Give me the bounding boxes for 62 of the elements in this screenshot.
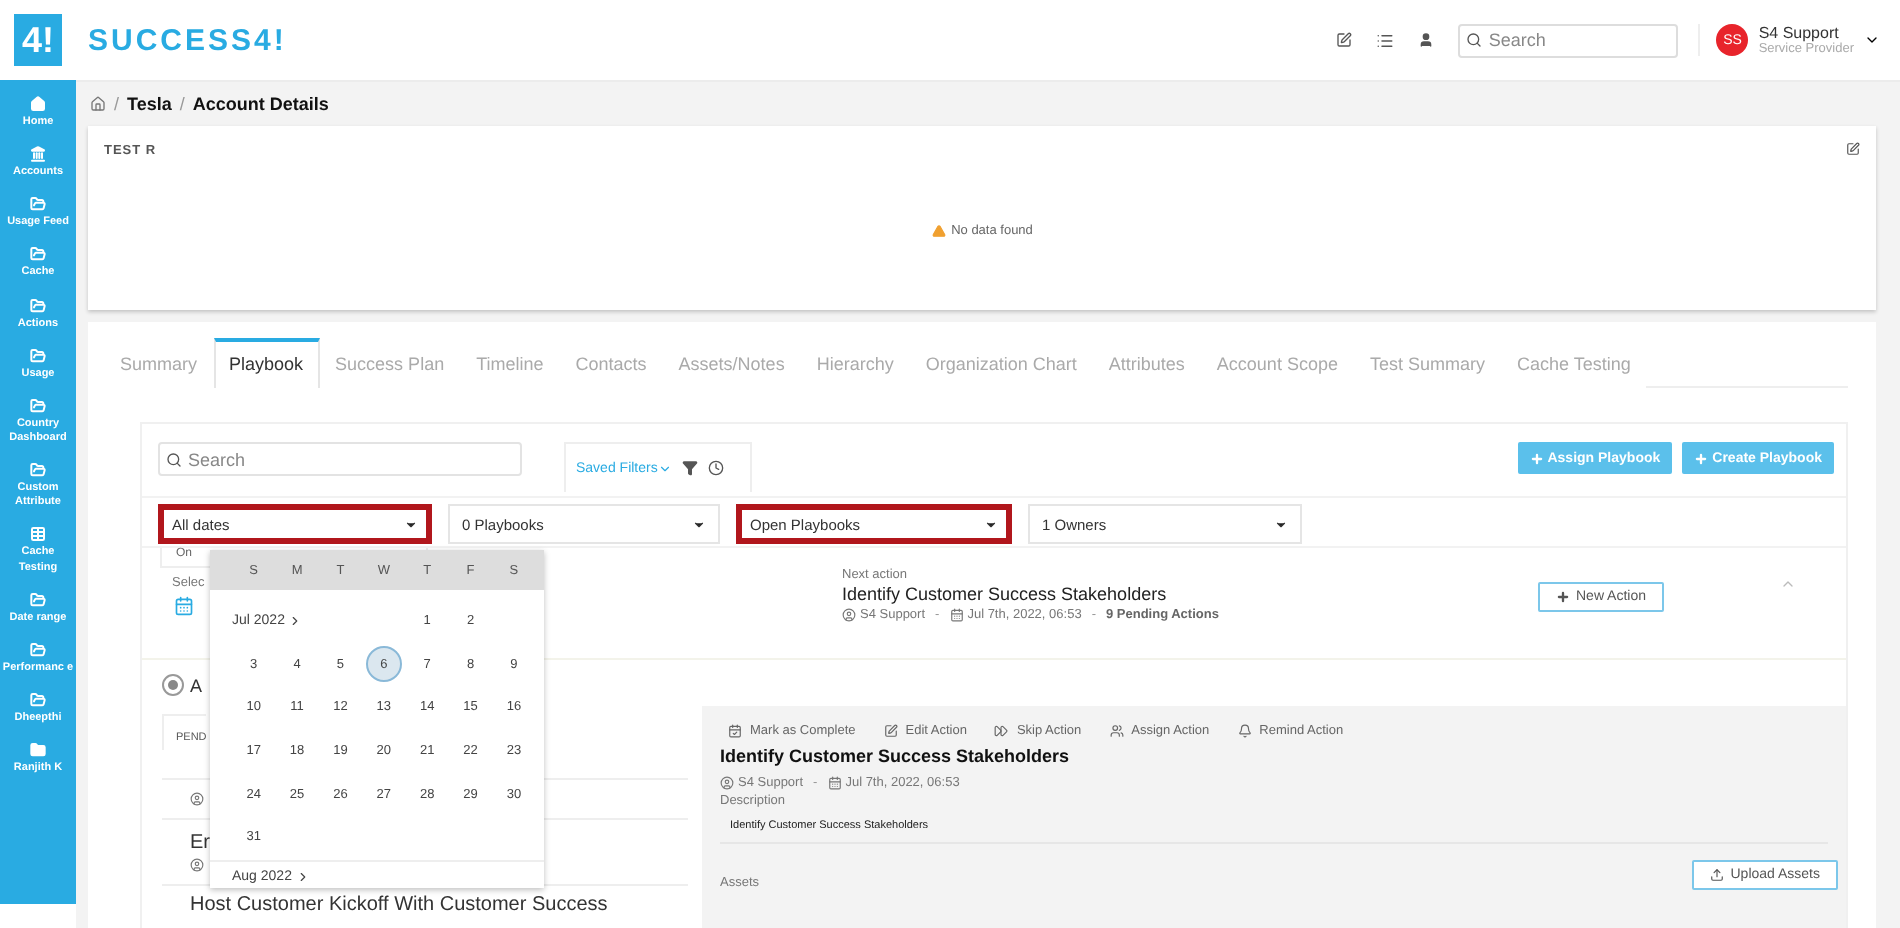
caret-icon[interactable]: [1864, 32, 1880, 48]
caret-icon: [692, 517, 706, 531]
caret-icon: [404, 517, 418, 531]
grid-icon: [30, 526, 46, 543]
folder-icon: [30, 462, 46, 479]
folder-icon: [30, 246, 46, 263]
user-icon[interactable]: [1418, 32, 1435, 48]
breadcrumb-separator: /: [114, 94, 120, 114]
folder-icon: [30, 397, 46, 414]
user-icon: [190, 858, 204, 872]
search-field[interactable]: Search: [158, 442, 522, 476]
next-action-title: Identify Customer Success Stakeholders: [842, 584, 1167, 604]
user-name: S4 Support: [1758, 24, 1841, 42]
folder-icon: [30, 591, 46, 608]
caret-icon: [1274, 517, 1288, 531]
chevron-right-icon: [295, 870, 310, 885]
bank-icon: [30, 146, 46, 163]
caret-icon: [657, 461, 672, 475]
warning-icon: [931, 224, 946, 238]
breadcrumb-link[interactable]: Tesla: [127, 94, 172, 114]
user-icon: [842, 608, 856, 622]
plus-icon: [1529, 451, 1544, 465]
calendar-icon: [949, 608, 964, 622]
filter-icon[interactable]: [681, 460, 698, 476]
plus-icon: [1694, 451, 1709, 465]
folder-icon: [30, 742, 46, 759]
edit-icon[interactable]: [1336, 32, 1353, 48]
edit-icon[interactable]: [1846, 142, 1860, 156]
bell-icon: [1237, 724, 1252, 738]
folder-icon: [30, 641, 46, 658]
user-icon: [720, 776, 734, 790]
folder-icon: [30, 297, 46, 314]
calendar-icon: [827, 776, 842, 790]
caret-icon: [984, 517, 998, 531]
search-field[interactable]: Search: [1458, 23, 1679, 57]
clock-icon[interactable]: [707, 460, 724, 476]
fast-forward-icon: [994, 724, 1009, 738]
edit-icon: [883, 724, 898, 738]
folder-icon: [30, 347, 46, 364]
action-title: Identify Customer Success Stakeholders: [720, 746, 1070, 766]
home-icon[interactable]: [90, 96, 106, 112]
calendar-icon: [174, 596, 194, 616]
action-title[interactable]: Er: [190, 832, 210, 854]
logo-text: SUCCESS4!: [88, 23, 287, 57]
folder-icon: [30, 691, 46, 708]
folder-icon: [30, 196, 46, 213]
logo-mark: 4!: [14, 14, 62, 66]
search-icon: [1466, 32, 1483, 48]
chevron-right-icon: [288, 614, 303, 629]
tab[interactable]: Playbook: [213, 338, 320, 388]
search-icon: [166, 451, 182, 467]
action-title[interactable]: Host Customer Kickoff With Customer Success: [190, 894, 608, 916]
list-icon[interactable]: [1376, 31, 1395, 49]
radio-label: A: [190, 675, 203, 695]
home-icon: [30, 96, 46, 112]
user-icon: [190, 792, 204, 806]
breadcrumb-separator: /: [179, 94, 185, 114]
calendar-check-icon: [728, 724, 742, 738]
radio-button[interactable]: [162, 674, 184, 696]
users-icon: [1109, 724, 1124, 738]
plus-icon: [1556, 590, 1570, 604]
upload-icon: [1710, 868, 1725, 882]
